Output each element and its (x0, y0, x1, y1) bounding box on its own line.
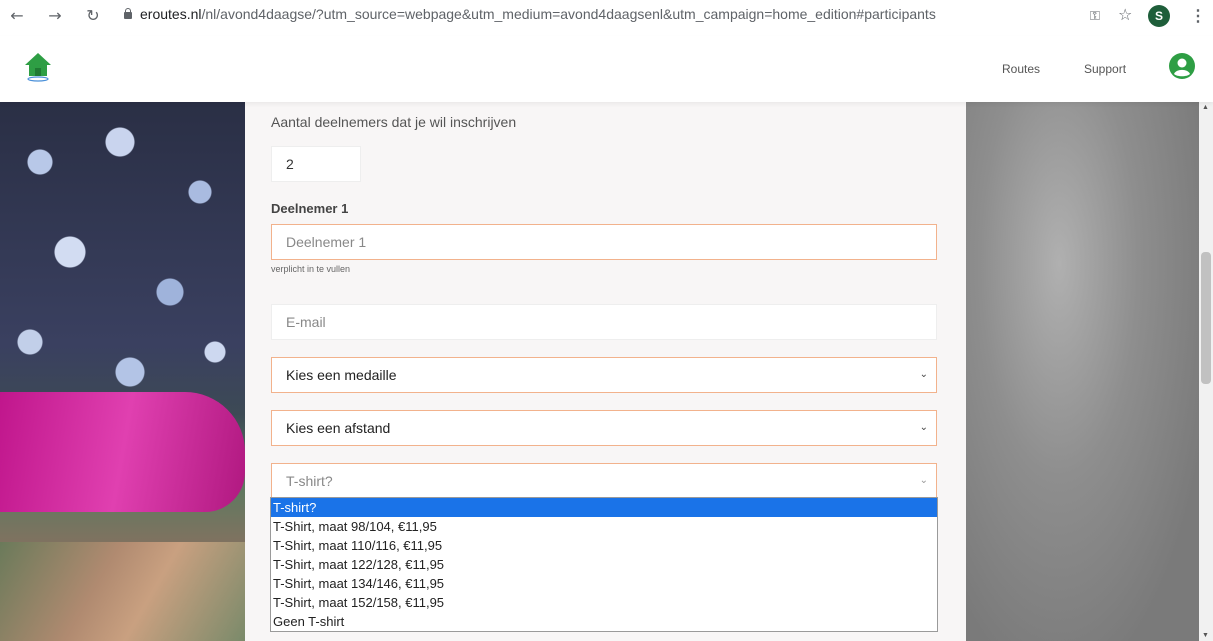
menu-dots-icon[interactable]: ⋮ (1190, 6, 1206, 26)
nav-support[interactable]: Support (1084, 62, 1126, 76)
url-host: eroutes.nl (140, 6, 202, 22)
scroll-down-icon[interactable]: ▼ (1202, 632, 1209, 639)
dropdown-option[interactable]: T-Shirt, maat 122/128, €11,95 (271, 555, 937, 574)
site-header: Routes Support (0, 36, 1213, 102)
home-logo-icon[interactable] (24, 52, 52, 82)
back-icon[interactable]: ← (8, 7, 26, 25)
page-scrollbar[interactable]: ▲ ▼ (1199, 102, 1213, 641)
address-bar[interactable]: eroutes.nl/nl/avond4daagse/?utm_source=w… (140, 6, 936, 22)
participant-heading: Deelnemer 1 (271, 201, 349, 216)
nav-routes[interactable]: Routes (1002, 62, 1040, 76)
medal-select[interactable]: Kies een medaille ⌄ (271, 357, 937, 393)
key-icon[interactable]: ⚿ (1090, 8, 1100, 24)
required-hint: verplicht in te vullen (271, 264, 351, 274)
user-account-icon[interactable] (1169, 53, 1195, 79)
chevron-down-icon: ⌄ (919, 475, 928, 486)
participant-count-input[interactable]: 2 (271, 146, 361, 182)
background-photo-detail (0, 542, 245, 641)
distance-select-value: Kies een afstand (286, 420, 391, 436)
name-placeholder: Deelnemer 1 (286, 234, 367, 250)
background-photo-detail (0, 392, 245, 512)
reload-icon[interactable]: ↻ (84, 7, 102, 25)
dropdown-option[interactable]: T-shirt? (271, 498, 937, 517)
scrollbar-thumb[interactable] (1201, 252, 1211, 384)
dropdown-option[interactable]: T-Shirt, maat 152/158, €11,95 (271, 593, 937, 612)
background-photo-right (966, 102, 1199, 641)
tshirt-select-value: T-shirt? (286, 473, 333, 489)
profile-avatar[interactable]: S (1148, 5, 1170, 27)
chevron-down-icon: ⌄ (919, 422, 928, 433)
dropdown-option[interactable]: T-Shirt, maat 134/146, €11,95 (271, 574, 937, 593)
scroll-up-icon[interactable]: ▲ (1202, 104, 1209, 111)
email-input[interactable]: E-mail (271, 304, 937, 340)
participant-name-input[interactable]: Deelnemer 1 (271, 224, 937, 260)
tshirt-dropdown-list: T-shirt? T-Shirt, maat 98/104, €11,95 T-… (270, 497, 938, 632)
dropdown-option[interactable]: Geen T-shirt (271, 612, 937, 631)
medal-select-value: Kies een medaille (286, 367, 397, 383)
star-icon[interactable]: ☆ (1118, 5, 1132, 24)
registration-form: Aantal deelnemers dat je wil inschrijven… (245, 102, 966, 641)
chevron-down-icon: ⌄ (919, 369, 928, 380)
distance-select[interactable]: Kies een afstand ⌄ (271, 410, 937, 446)
lock-icon (124, 8, 132, 19)
dropdown-option[interactable]: T-Shirt, maat 110/116, €11,95 (271, 536, 937, 555)
browser-toolbar: ← → ↻ eroutes.nl/nl/avond4daagse/?utm_so… (0, 0, 1213, 36)
tshirt-select[interactable]: T-shirt? ⌄ (271, 463, 937, 499)
url-path: /nl/avond4daagse/?utm_source=webpage&utm… (201, 6, 936, 22)
participant-count-label: Aantal deelnemers dat je wil inschrijven (271, 114, 517, 130)
page-content: Aantal deelnemers dat je wil inschrijven… (0, 102, 1213, 641)
dropdown-option[interactable]: T-Shirt, maat 98/104, €11,95 (271, 517, 937, 536)
email-placeholder: E-mail (286, 314, 326, 330)
forward-icon[interactable]: → (46, 7, 64, 25)
